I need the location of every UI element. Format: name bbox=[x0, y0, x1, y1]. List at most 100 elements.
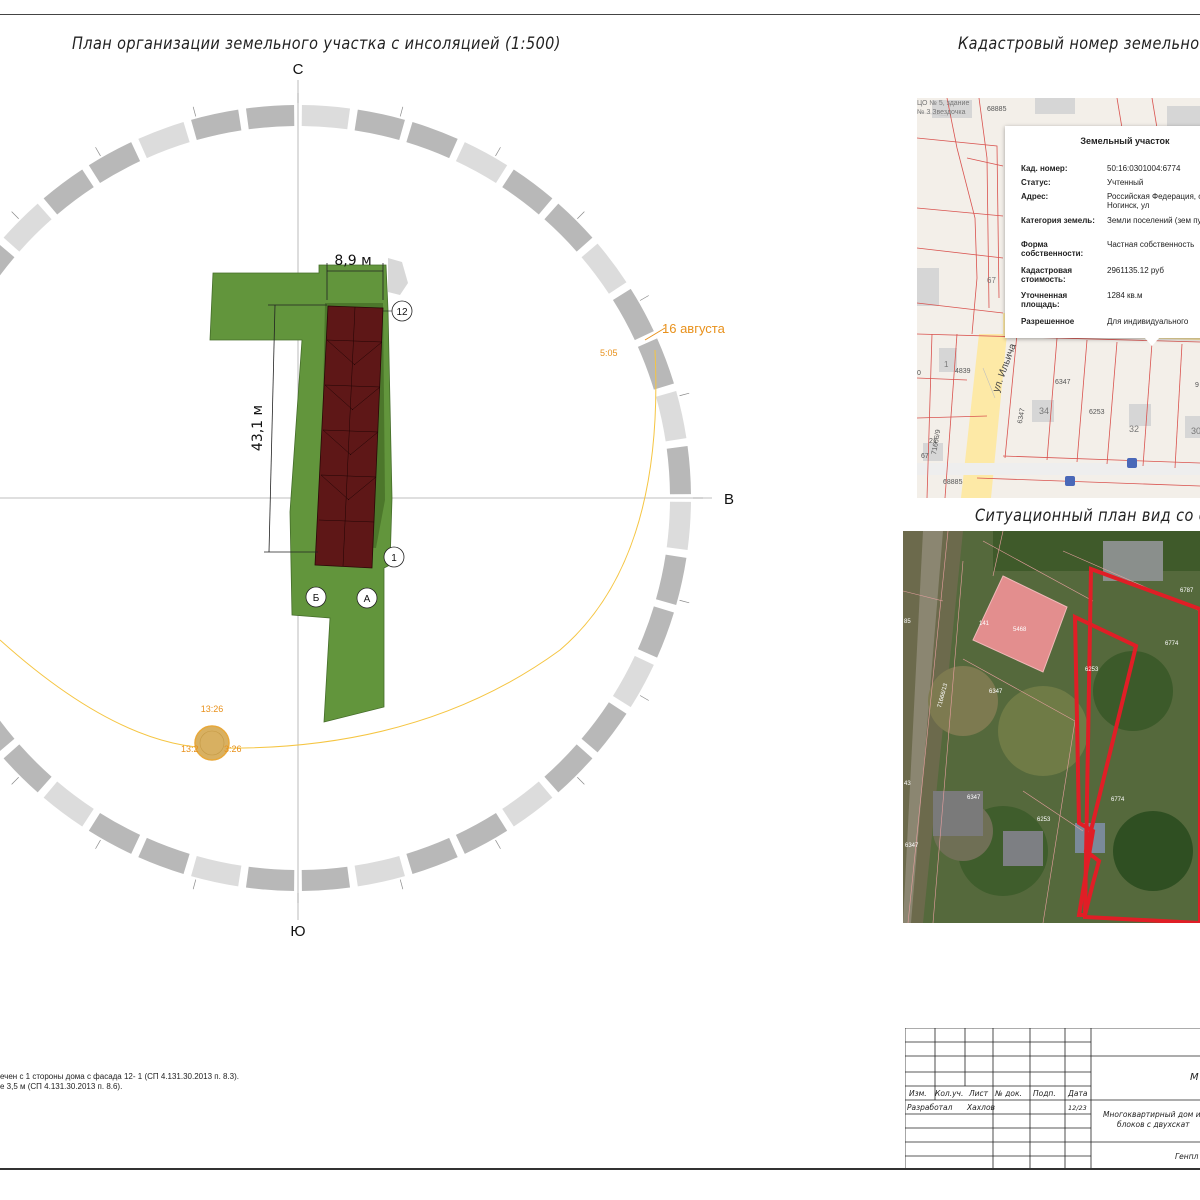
bus-stop-icon bbox=[1065, 476, 1075, 486]
satellite-imagery bbox=[903, 531, 1200, 923]
compass-ring-segment bbox=[612, 655, 654, 708]
compass-tick bbox=[495, 839, 501, 849]
compass-ring-segment bbox=[655, 391, 687, 442]
map-label-1: 1 bbox=[944, 360, 949, 369]
compass-tick bbox=[639, 295, 649, 301]
sat-label-6774b: 6774 bbox=[1111, 797, 1125, 803]
map-label-68885-bottom: 68885 bbox=[943, 479, 963, 486]
noon-label-right: 3:26 bbox=[224, 744, 242, 754]
compass-ring-segment bbox=[544, 744, 593, 793]
map-label-21: 21 bbox=[929, 438, 937, 445]
marker-b: Б bbox=[305, 586, 327, 608]
compass-ring-segment bbox=[354, 855, 405, 887]
compass-ring-segment bbox=[88, 812, 141, 854]
stamp-m-letter: М bbox=[1190, 1072, 1199, 1083]
south-label: Ю bbox=[290, 923, 305, 940]
sat-label-6347c: 6347 bbox=[905, 843, 919, 849]
map-label-67b: 67 bbox=[921, 453, 929, 460]
popup-row-value: 1284 кв.м bbox=[1107, 291, 1143, 300]
compass-ring-segment bbox=[406, 122, 458, 159]
stamp-list: Лист bbox=[969, 1089, 989, 1098]
compass-ring-segment bbox=[43, 781, 94, 827]
map-label-6347a: 6347 bbox=[1055, 379, 1071, 386]
stamp-author: Хахлов bbox=[967, 1103, 995, 1112]
compass-ring-segment bbox=[502, 169, 553, 215]
compass-ring-segment bbox=[637, 606, 674, 658]
compass-tick bbox=[11, 777, 19, 785]
popup-row-key: Форма собственности: bbox=[1021, 240, 1084, 258]
svg-text:12: 12 bbox=[396, 307, 408, 318]
popup-row-key: Категория земель: bbox=[1021, 216, 1095, 225]
popup-row-key: Кад. номер: bbox=[1021, 164, 1068, 173]
compass-ring-segment bbox=[655, 554, 687, 605]
width-dimension-label: 8,9 м bbox=[334, 253, 371, 269]
stamp-razrab: Разработал bbox=[907, 1103, 953, 1112]
popup-pointer bbox=[1144, 337, 1160, 346]
length-dimension-label: 43,1 м bbox=[250, 405, 266, 451]
shadow-top bbox=[388, 258, 408, 295]
sat-label-6253b: 6253 bbox=[1037, 817, 1051, 823]
compass-tick bbox=[399, 106, 404, 117]
popup-row-value: Российская Федерация, область, г. Ногинс… bbox=[1107, 192, 1200, 210]
compass-ring-segment bbox=[301, 105, 351, 130]
compass-ring-segment bbox=[191, 109, 242, 141]
marker-a: А bbox=[356, 587, 378, 609]
svg-text:1: 1 bbox=[391, 553, 397, 564]
stamp-grid bbox=[905, 1028, 1200, 1168]
compass-tick bbox=[95, 147, 101, 157]
compass-tick bbox=[399, 879, 404, 890]
map-label-30: 30 bbox=[1191, 426, 1200, 436]
map-label-9: 9 bbox=[1195, 382, 1199, 389]
compass-ring-segment bbox=[612, 288, 654, 341]
marker-1: 1 bbox=[383, 546, 405, 568]
stamp-podp: Подп. bbox=[1033, 1089, 1056, 1098]
compass-ring-segment bbox=[455, 812, 508, 854]
compass-ring-segment bbox=[406, 837, 458, 874]
compass-ring-segment bbox=[43, 169, 94, 215]
compass-ring-segment bbox=[88, 142, 141, 184]
map-label-32: 32 bbox=[1129, 424, 1140, 434]
cadastral-info-popup: Земельный участок Кад. номер: 50:16:03010… bbox=[1005, 126, 1200, 338]
sat-label-5468: 5468 bbox=[1013, 627, 1027, 633]
compass-tick bbox=[577, 777, 585, 785]
sat-label-6774a: 6774 bbox=[1165, 641, 1179, 647]
stamp-genplan: Генпл bbox=[1175, 1152, 1199, 1161]
situational-satellite-map: 5468 141 6787 6774 6253 6347 71666/13 67… bbox=[903, 531, 1200, 923]
map-label-6253: 6253 bbox=[1089, 409, 1105, 416]
compass-tick bbox=[11, 211, 19, 219]
sat-label-43: 43 bbox=[904, 781, 911, 787]
popup-row-value: 2961135.12 руб bbox=[1107, 266, 1164, 275]
compass-tick bbox=[679, 392, 690, 397]
compass-ring-segment bbox=[191, 855, 242, 887]
compass-tick bbox=[639, 695, 649, 701]
bus-stop-icon-2 bbox=[1127, 458, 1137, 468]
east-label: В bbox=[724, 491, 734, 508]
compass-ring-segment bbox=[0, 720, 15, 752]
sat-label-6253a: 6253 bbox=[1085, 667, 1099, 673]
insolation-plan: 8,9 м 43,1 м 12 1 Б А С Ю В 16 августа 5… bbox=[0, 61, 734, 940]
sat-label-6347b: 6347 bbox=[967, 795, 981, 801]
compass-ring-segment bbox=[3, 744, 52, 793]
compass-ring-segment bbox=[354, 109, 405, 141]
popup-row-value: Учтенный bbox=[1107, 178, 1144, 187]
stamp-data: Дата bbox=[1068, 1089, 1088, 1098]
stamp-ndok: № док. bbox=[995, 1089, 1022, 1098]
map-label-0: 0 bbox=[917, 370, 921, 377]
compass-tick bbox=[192, 106, 197, 117]
note-line-2: е 3,5 м (СП 4.131.30.2013 п. 8.6). bbox=[0, 1082, 123, 1091]
sat-label-85: 85 bbox=[904, 619, 911, 625]
sunrise-time-label: 5:05 bbox=[600, 348, 618, 358]
sat-label-141: 141 bbox=[979, 621, 990, 627]
compass-ring-segment bbox=[245, 866, 295, 891]
noon-time-label: 13:26 bbox=[201, 704, 224, 714]
popup-row-value: 50:16:0301004:6774 bbox=[1107, 164, 1181, 173]
sheet-frame-bottom bbox=[0, 1168, 1200, 1170]
note-line-1: ечен с 1 стороны дома с фасада 12- 1 (СП… bbox=[0, 1072, 240, 1081]
compass-ring-segment bbox=[138, 837, 190, 874]
map-label-67: 67 bbox=[987, 276, 996, 285]
cadastral-title: Кадастровый номер земельного bbox=[958, 34, 1200, 54]
compass-ring-segment bbox=[666, 501, 691, 551]
svg-text:А: А bbox=[364, 594, 371, 605]
compass-tick bbox=[95, 839, 101, 849]
sat-label-6787: 6787 bbox=[1180, 588, 1194, 594]
